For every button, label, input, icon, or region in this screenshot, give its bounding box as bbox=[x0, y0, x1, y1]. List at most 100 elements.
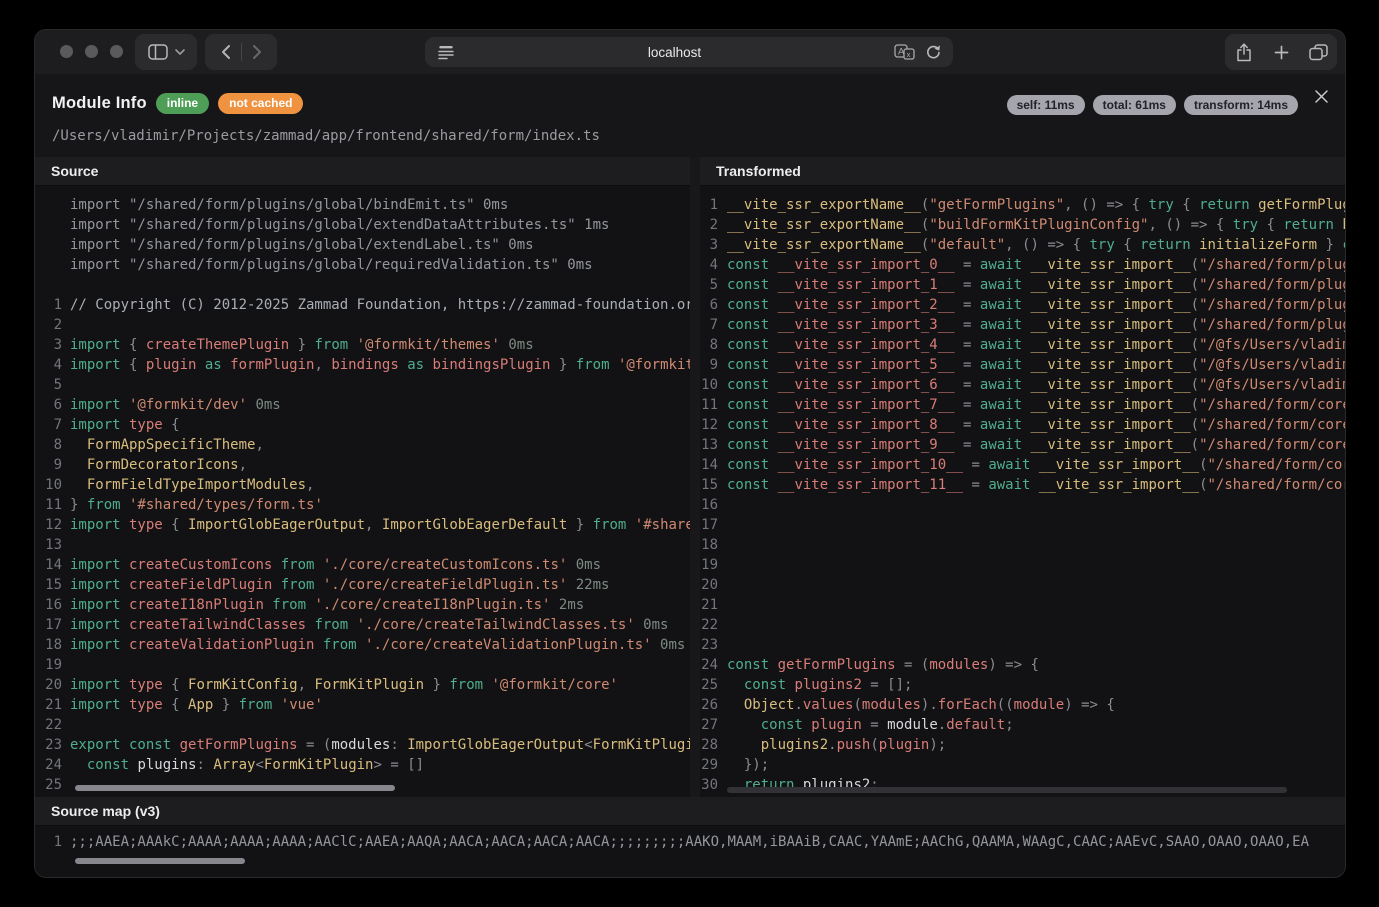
sourcemap-title: Source map (v3) bbox=[35, 797, 1345, 826]
line-number: 8 bbox=[700, 335, 727, 355]
code-text: import type { FormKitConfig, FormKitPlug… bbox=[70, 675, 618, 695]
browser-window: localhost A x bbox=[35, 30, 1345, 877]
forward-button[interactable] bbox=[252, 44, 262, 60]
timing-badges: self: 11ms total: 61ms transform: 14ms bbox=[1007, 95, 1298, 115]
new-tab-button[interactable] bbox=[1263, 34, 1300, 70]
tab-overview-button[interactable] bbox=[1300, 34, 1337, 70]
code-text: // Copyright (C) 2012-2025 Zammad Founda… bbox=[70, 295, 690, 315]
code-line: 4const __vite_ssr_import_0__ = await __v… bbox=[700, 255, 1345, 275]
code-line: 18import createValidationPlugin from './… bbox=[35, 635, 690, 655]
line-number: 26 bbox=[700, 695, 727, 715]
code-text: import { plugin as formPlugin, bindings … bbox=[70, 355, 690, 375]
code-text: import "/shared/form/plugins/global/exte… bbox=[70, 215, 609, 235]
code-panels: Source import "/shared/form/plugins/glob… bbox=[35, 157, 1345, 797]
code-text: const __vite_ssr_import_8__ = await __vi… bbox=[727, 415, 1345, 435]
code-text: const __vite_ssr_import_2__ = await __vi… bbox=[727, 295, 1345, 315]
line-number: 18 bbox=[700, 535, 727, 555]
code-line: 23 bbox=[700, 635, 1345, 655]
code-line: 21import type { App } from 'vue' bbox=[35, 695, 690, 715]
code-text: const __vite_ssr_import_11__ = await __v… bbox=[727, 475, 1345, 495]
line-number: 6 bbox=[35, 395, 70, 415]
code-line: 3import { createThemePlugin } from '@for… bbox=[35, 335, 690, 355]
code-line: 10const __vite_ssr_import_6__ = await __… bbox=[700, 375, 1345, 395]
code-text: FormAppSpecificTheme, bbox=[70, 435, 264, 455]
module-info-header: Module Info inline not cached self: 11ms… bbox=[35, 74, 1345, 157]
code-line: 5 bbox=[35, 375, 690, 395]
zoom-window-button[interactable] bbox=[110, 45, 123, 58]
line-number: 14 bbox=[35, 555, 70, 575]
line-number: 1 bbox=[35, 832, 70, 852]
line-number bbox=[35, 195, 70, 215]
line-number: 19 bbox=[35, 655, 70, 675]
line-number: 1 bbox=[700, 195, 727, 215]
code-text: __vite_ssr_exportName__("buildFormKitPlu… bbox=[727, 215, 1345, 235]
code-line: 11const __vite_ssr_import_7__ = await __… bbox=[700, 395, 1345, 415]
code-line: 4import { plugin as formPlugin, bindings… bbox=[35, 355, 690, 375]
code-text: const __vite_ssr_import_10__ = await __v… bbox=[727, 455, 1345, 475]
back-button[interactable] bbox=[221, 44, 231, 60]
code-line: 12import type { ImportGlobEagerOutput, I… bbox=[35, 515, 690, 535]
code-line: 22 bbox=[35, 715, 690, 735]
sidebar-toggle-button[interactable] bbox=[135, 34, 197, 70]
line-number: 3 bbox=[35, 335, 70, 355]
code-line: 25 const plugins2 = []; bbox=[700, 675, 1345, 695]
sourcemap-horizontal-scrollbar[interactable] bbox=[75, 858, 245, 864]
code-line: 13 bbox=[35, 535, 690, 555]
code-text: import "/shared/form/plugins/global/exte… bbox=[70, 235, 534, 255]
reader-icon[interactable] bbox=[437, 45, 455, 60]
code-line: 13const __vite_ssr_import_9__ = await __… bbox=[700, 435, 1345, 455]
code-line: 19 bbox=[700, 555, 1345, 575]
code-text: }); bbox=[727, 755, 769, 775]
code-line: 9 FormDecoratorIcons, bbox=[35, 455, 690, 475]
code-line: import "/shared/form/plugins/global/requ… bbox=[35, 255, 690, 275]
code-text: __vite_ssr_exportName__("default", () =>… bbox=[727, 235, 1345, 255]
line-number bbox=[35, 275, 70, 295]
line-number: 21 bbox=[35, 695, 70, 715]
line-number: 2 bbox=[700, 215, 727, 235]
code-line: 21 bbox=[700, 595, 1345, 615]
address-bar[interactable]: localhost A x bbox=[425, 37, 953, 67]
share-button[interactable] bbox=[1226, 34, 1263, 70]
translate-icon[interactable]: A x bbox=[894, 44, 915, 61]
line-number: 2 bbox=[35, 315, 70, 335]
code-line: 29 }); bbox=[700, 755, 1345, 775]
line-number bbox=[35, 215, 70, 235]
chevron-down-icon bbox=[175, 49, 185, 55]
line-number: 27 bbox=[700, 715, 727, 735]
code-line bbox=[35, 275, 690, 295]
minimize-window-button[interactable] bbox=[85, 45, 98, 58]
code-text: __vite_ssr_exportName__("getFormPlugins"… bbox=[727, 195, 1345, 215]
code-text: const __vite_ssr_import_0__ = await __vi… bbox=[727, 255, 1345, 275]
code-line: 6const __vite_ssr_import_2__ = await __v… bbox=[700, 295, 1345, 315]
code-line: 28 plugins2.push(plugin); bbox=[700, 735, 1345, 755]
line-number: 23 bbox=[700, 635, 727, 655]
code-line: 15const __vite_ssr_import_11__ = await _… bbox=[700, 475, 1345, 495]
module-file-path: /Users/vladimir/Projects/zammad/app/fron… bbox=[52, 128, 600, 144]
transformed-horizontal-scrollbar[interactable] bbox=[727, 787, 1287, 793]
close-button[interactable] bbox=[1310, 85, 1332, 107]
source-horizontal-scrollbar[interactable] bbox=[75, 785, 395, 791]
line-number: 1 bbox=[35, 295, 70, 315]
transformed-code-area[interactable]: 1__vite_ssr_exportName__("getFormPlugins… bbox=[700, 186, 1345, 797]
close-window-button[interactable] bbox=[60, 45, 73, 58]
code-text: import createValidationPlugin from './co… bbox=[70, 635, 685, 655]
code-line: 12const __vite_ssr_import_8__ = await __… bbox=[700, 415, 1345, 435]
sourcemap-code-area[interactable]: 1;;;AAEA;AAAkC;AAAA;AAAA;AAAA;AAClC;AAEA… bbox=[35, 826, 1345, 877]
code-line: 22 bbox=[700, 615, 1345, 635]
source-code-area[interactable]: import "/shared/form/plugins/global/bind… bbox=[35, 186, 690, 797]
share-icon bbox=[1236, 43, 1252, 62]
line-number: 4 bbox=[700, 255, 727, 275]
line-number: 17 bbox=[35, 615, 70, 635]
code-text: const __vite_ssr_import_9__ = await __vi… bbox=[727, 435, 1345, 455]
reload-icon[interactable] bbox=[925, 44, 941, 60]
code-line: 24 const plugins: Array<FormKitPlugin> =… bbox=[35, 755, 690, 775]
code-line: 20 bbox=[700, 575, 1345, 595]
transform-time-badge: transform: 14ms bbox=[1184, 95, 1298, 115]
code-line: 9const __vite_ssr_import_5__ = await __v… bbox=[700, 355, 1345, 375]
code-line: 3__vite_ssr_exportName__("default", () =… bbox=[700, 235, 1345, 255]
code-text: Object.values(modules).forEach((module) … bbox=[727, 695, 1115, 715]
line-number: 30 bbox=[700, 775, 727, 795]
code-text: import { createThemePlugin } from '@form… bbox=[70, 335, 534, 355]
line-number: 19 bbox=[700, 555, 727, 575]
line-number: 18 bbox=[35, 635, 70, 655]
